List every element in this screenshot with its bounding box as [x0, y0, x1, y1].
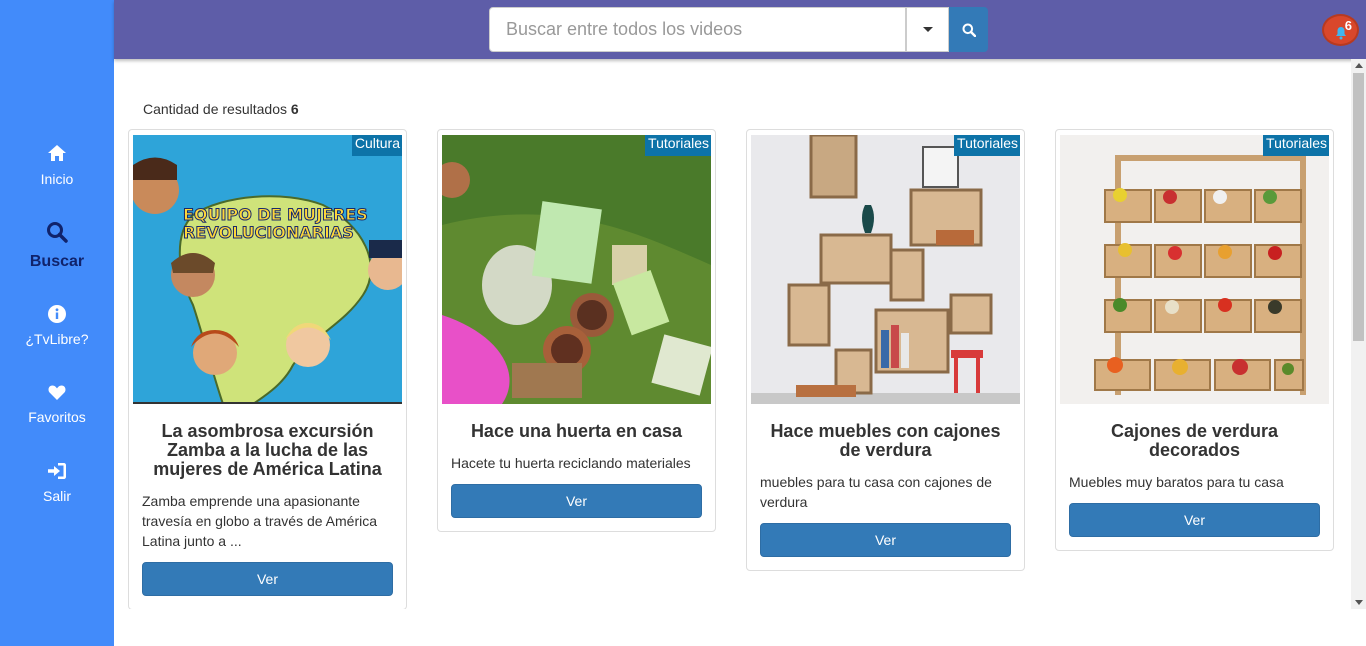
ver-button[interactable]: Ver [1069, 503, 1320, 537]
svg-text:EQUIPO DE MUJERES: EQUIPO DE MUJERES [183, 205, 368, 224]
scrollbar-thumb[interactable] [1353, 73, 1364, 341]
video-title: Cajones de verdura decorados [1110, 421, 1279, 460]
video-card: Tutoriales Hace una huerta en casa Hacet… [437, 129, 716, 532]
sidebar-item-buscar[interactable]: Buscar [0, 221, 114, 271]
results-label: Cantidad de resultados [143, 101, 287, 117]
sidebar-item-label: Inicio [40, 171, 74, 187]
sidebar-item-label: Salir [42, 488, 71, 504]
sidebar: Inicio Buscar ¿TvLibre? Favoritos Salir [0, 0, 114, 646]
category-badge: Cultura [351, 135, 402, 156]
sidebar-item-label: ¿TvLibre? [25, 331, 89, 347]
vegetable-crates-thumbnail-image [1060, 135, 1329, 404]
category-badge: Tutoriales [645, 135, 711, 156]
search-icon [47, 222, 68, 243]
home-icon [48, 145, 66, 161]
info-icon [48, 305, 66, 323]
video-card: Tutoriales Cajones de verdura decorados … [1055, 129, 1334, 551]
video-card: EQUIPO DE MUJERES REVOLUCIONARIAS Cultur… [128, 129, 407, 610]
results-count: Cantidad de resultados 6 [143, 101, 299, 117]
garden-thumbnail-image [442, 135, 711, 404]
video-title: Hace una huerta en casa [470, 421, 683, 441]
sidebar-item-inicio[interactable]: Inicio [0, 143, 114, 187]
category-badge: Tutoriales [1263, 135, 1329, 156]
scroll-up-arrow-icon[interactable] [1355, 63, 1363, 68]
video-description: muebles para tu casa con cajones de verd… [760, 474, 992, 510]
sidebar-item-label: Buscar [29, 253, 85, 270]
search-input[interactable] [489, 7, 906, 52]
category-badge: Tutoriales [954, 135, 1020, 156]
video-title: Hace muebles con cajones de verdura [770, 421, 1001, 460]
video-thumbnail[interactable]: Tutoriales [751, 135, 1020, 404]
caret-down-icon [922, 27, 933, 32]
sign-in-icon [48, 463, 66, 479]
ver-button[interactable]: Ver [760, 523, 1011, 557]
heart-icon [48, 385, 66, 400]
video-description: Hacete tu huerta reciclando materiales [451, 455, 691, 471]
video-thumbnail[interactable]: Tutoriales [1060, 135, 1329, 404]
results-area: Cantidad de resultados 6 EQUIPO DE MUJER… [114, 59, 1351, 646]
video-thumbnail[interactable]: Tutoriales [442, 135, 711, 404]
notifications-button[interactable]: 6 [1322, 14, 1359, 46]
video-description: Zamba emprende una apasionante travesía … [142, 493, 378, 549]
sidebar-item-label: Favoritos [28, 409, 86, 425]
svg-text:REVOLUCIONARIAS: REVOLUCIONARIAS [183, 223, 354, 242]
zamba-thumbnail-image: EQUIPO DE MUJERES REVOLUCIONARIAS [133, 135, 402, 404]
video-card: Tutoriales Hace muebles con cajones de v… [746, 129, 1025, 571]
search-group [489, 7, 988, 52]
top-bar: 6 [114, 0, 1366, 59]
ver-button[interactable]: Ver [451, 484, 702, 518]
search-icon [962, 23, 976, 37]
video-description: Muebles muy baratos para tu casa [1069, 474, 1284, 490]
video-title: La asombrosa excursión Zamba a la lucha … [153, 421, 382, 479]
search-filter-dropdown[interactable] [906, 7, 949, 52]
sidebar-item-tvlibre[interactable]: ¿TvLibre? [0, 305, 114, 347]
sidebar-item-favoritos[interactable]: Favoritos [0, 384, 114, 425]
furniture-thumbnail-image [751, 135, 1020, 404]
notification-count-badge: 6 [1344, 18, 1352, 33]
scrollbar[interactable] [1351, 59, 1366, 609]
video-thumbnail[interactable]: EQUIPO DE MUJERES REVOLUCIONARIAS Cultur… [133, 135, 402, 404]
sidebar-item-salir[interactable]: Salir [0, 462, 114, 504]
search-button[interactable] [949, 7, 988, 52]
results-number: 6 [290, 101, 299, 117]
content-bottom-band [114, 609, 1366, 646]
scroll-down-arrow-icon[interactable] [1355, 600, 1363, 605]
ver-button[interactable]: Ver [142, 562, 393, 596]
